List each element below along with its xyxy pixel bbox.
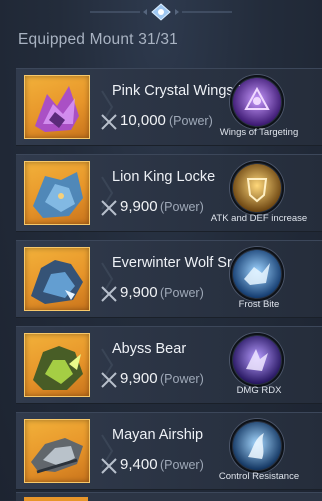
power-value: 10,000	[120, 112, 166, 129]
mount-thumbnail	[24, 247, 90, 311]
power-label: (Power)	[160, 458, 204, 472]
skill-icon-button[interactable]	[230, 247, 284, 301]
skill-name: DMG RDX	[236, 385, 282, 396]
mount-row[interactable]: Everwinter Wolf Sr 9,900 (Power) Frost B…	[16, 240, 322, 318]
power-value: 9,900	[120, 198, 158, 215]
crossed-swords-icon	[101, 372, 117, 388]
mount-portrait-icon	[35, 86, 79, 132]
wings-skill-icon	[233, 78, 281, 126]
skill-name: Control Resistance	[218, 471, 300, 482]
mount-thumbnail	[24, 161, 90, 225]
skill-icon-button[interactable]	[230, 161, 284, 215]
mount-thumbnail	[24, 419, 90, 483]
power-label: (Power)	[160, 200, 204, 214]
power-value: 9,400	[120, 456, 158, 473]
power-value: 9,900	[120, 284, 158, 301]
mount-portrait-icon	[33, 172, 83, 218]
skill-icon-button[interactable]	[230, 333, 284, 387]
mount-portrait-icon	[33, 346, 83, 390]
dmg-rdx-skill-icon	[233, 336, 281, 384]
power-label: (Power)	[160, 372, 204, 386]
power-label: (Power)	[160, 286, 204, 300]
mount-portrait-icon	[31, 260, 83, 304]
mount-thumbnail	[24, 333, 90, 397]
power-label: (Power)	[169, 114, 213, 128]
crossed-swords-icon	[101, 200, 117, 216]
mount-thumbnail-partial	[24, 497, 88, 501]
top-ornament	[90, 3, 232, 21]
crossed-swords-icon	[101, 114, 117, 130]
skill-icon-button[interactable]	[230, 419, 284, 473]
crossed-swords-icon	[101, 458, 117, 474]
shield-skill-icon	[233, 164, 281, 212]
frost-skill-icon	[233, 250, 281, 298]
control-resistance-skill-icon	[233, 422, 281, 470]
mount-row[interactable]: Pink Crystal Wings Beast 10,000 (Power) …	[16, 68, 322, 146]
mount-thumbnail	[24, 75, 90, 139]
mount-row[interactable]: Mayan Airship 9,400 (Power) Control Resi…	[16, 412, 322, 490]
equipped-mount-header: Equipped Mount 31/31	[18, 31, 178, 48]
mount-row[interactable]: Lion King Locke 9,900 (Power) ATK and DE…	[16, 154, 322, 232]
skill-name: ATK and DEF increase	[210, 213, 308, 224]
skill-name: Wings of Targeting	[219, 127, 299, 138]
skill-name: Frost Bite	[238, 299, 280, 310]
mount-row[interactable]: Abyss Bear 9,900 (Power) DMG RDX	[16, 326, 322, 404]
mount-portrait-icon	[31, 438, 83, 474]
skill-icon-button[interactable]	[230, 75, 284, 129]
crossed-swords-icon	[101, 286, 117, 302]
power-value: 9,900	[120, 370, 158, 387]
